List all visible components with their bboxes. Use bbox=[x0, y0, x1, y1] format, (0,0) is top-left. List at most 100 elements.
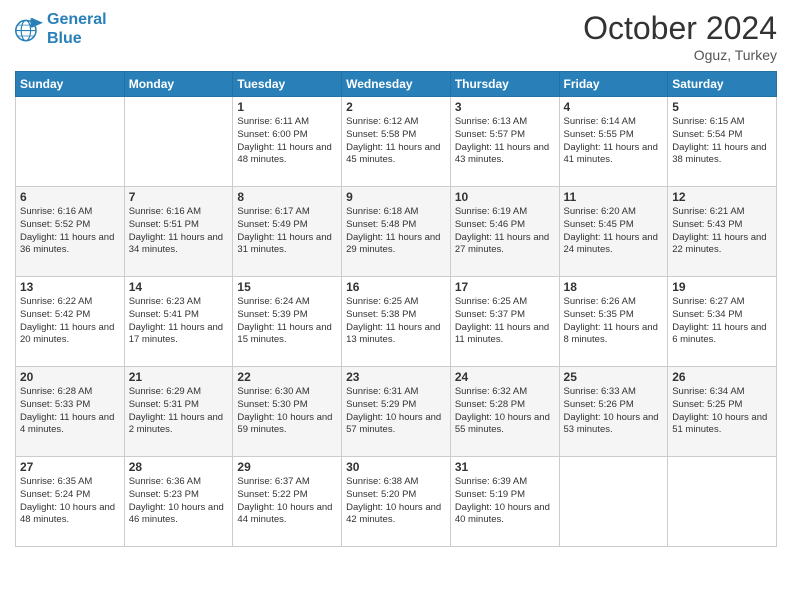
calendar-cell: 29 Sunrise: 6:37 AM Sunset: 5:22 PM Dayli… bbox=[233, 457, 342, 547]
day-number: 16 bbox=[346, 280, 446, 294]
location: Oguz, Turkey bbox=[583, 47, 777, 63]
calendar-cell: 25 Sunrise: 6:33 AM Sunset: 5:26 PM Dayli… bbox=[559, 367, 668, 457]
calendar-cell: 13 Sunrise: 6:22 AM Sunset: 5:42 PM Dayli… bbox=[16, 277, 125, 367]
day-info: Sunrise: 6:17 AM Sunset: 5:49 PM Dayligh… bbox=[237, 206, 337, 257]
day-number: 25 bbox=[564, 370, 664, 384]
col-saturday: Saturday bbox=[668, 72, 777, 97]
calendar-cell: 24 Sunrise: 6:32 AM Sunset: 5:28 PM Dayli… bbox=[450, 367, 559, 457]
day-info: Sunrise: 6:11 AM Sunset: 6:00 PM Dayligh… bbox=[237, 116, 337, 167]
day-info: Sunrise: 6:25 AM Sunset: 5:37 PM Dayligh… bbox=[455, 296, 555, 347]
calendar-cell bbox=[124, 97, 233, 187]
calendar-cell: 8 Sunrise: 6:17 AM Sunset: 5:49 PM Daylig… bbox=[233, 187, 342, 277]
day-number: 18 bbox=[564, 280, 664, 294]
day-number: 29 bbox=[237, 460, 337, 474]
day-info: Sunrise: 6:26 AM Sunset: 5:35 PM Dayligh… bbox=[564, 296, 664, 347]
calendar-cell: 4Sunrise: 6:14 AM Sunset: 5:55 PM Daylig… bbox=[559, 97, 668, 187]
day-info: Sunrise: 6:36 AM Sunset: 5:23 PM Dayligh… bbox=[129, 476, 229, 527]
calendar-cell: 5 Sunrise: 6:15 AM Sunset: 5:54 PM Daylig… bbox=[668, 97, 777, 187]
calendar-cell: 16 Sunrise: 6:25 AM Sunset: 5:38 PM Dayli… bbox=[342, 277, 451, 367]
title-block: October 2024 Oguz, Turkey bbox=[583, 10, 777, 63]
calendar-cell: 17 Sunrise: 6:25 AM Sunset: 5:37 PM Dayli… bbox=[450, 277, 559, 367]
day-info: Sunrise: 6:25 AM Sunset: 5:38 PM Dayligh… bbox=[346, 296, 446, 347]
logo: General Blue bbox=[15, 10, 107, 48]
calendar-cell: 28 Sunrise: 6:36 AM Sunset: 5:23 PM Dayli… bbox=[124, 457, 233, 547]
day-number: 28 bbox=[129, 460, 229, 474]
day-info: Sunrise: 6:16 AM Sunset: 5:52 PM Dayligh… bbox=[20, 206, 120, 257]
day-number: 12 bbox=[672, 190, 772, 204]
calendar-cell: 15 Sunrise: 6:24 AM Sunset: 5:39 PM Dayli… bbox=[233, 277, 342, 367]
day-number: 3 bbox=[455, 100, 555, 114]
calendar-cell bbox=[559, 457, 668, 547]
day-info: Sunrise: 6:20 AM Sunset: 5:45 PM Dayligh… bbox=[564, 206, 664, 257]
calendar-body: 1 Sunrise: 6:11 AM Sunset: 6:00 PM Daylig… bbox=[16, 97, 777, 547]
page: General Blue October 2024 Oguz, Turkey S… bbox=[0, 0, 792, 612]
day-number: 15 bbox=[237, 280, 337, 294]
day-number: 20 bbox=[20, 370, 120, 384]
day-info: Sunrise: 6:15 AM Sunset: 5:54 PM Dayligh… bbox=[672, 116, 772, 167]
day-info: Sunrise: 6:27 AM Sunset: 5:34 PM Dayligh… bbox=[672, 296, 772, 347]
calendar-week-2: 6 Sunrise: 6:16 AM Sunset: 5:52 PM Daylig… bbox=[16, 187, 777, 277]
calendar-week-1: 1 Sunrise: 6:11 AM Sunset: 6:00 PM Daylig… bbox=[16, 97, 777, 187]
calendar-week-4: 20 Sunrise: 6:28 AM Sunset: 5:33 PM Dayli… bbox=[16, 367, 777, 457]
day-number: 26 bbox=[672, 370, 772, 384]
calendar-week-3: 13 Sunrise: 6:22 AM Sunset: 5:42 PM Dayli… bbox=[16, 277, 777, 367]
day-info: Sunrise: 6:16 AM Sunset: 5:51 PM Dayligh… bbox=[129, 206, 229, 257]
day-info: Sunrise: 6:39 AM Sunset: 5:19 PM Dayligh… bbox=[455, 476, 555, 527]
calendar-cell: 18 Sunrise: 6:26 AM Sunset: 5:35 PM Dayli… bbox=[559, 277, 668, 367]
col-thursday: Thursday bbox=[450, 72, 559, 97]
header: General Blue October 2024 Oguz, Turkey bbox=[15, 10, 777, 63]
day-number: 14 bbox=[129, 280, 229, 294]
calendar-week-5: 27Sunrise: 6:35 AM Sunset: 5:24 PM Dayli… bbox=[16, 457, 777, 547]
day-number: 8 bbox=[237, 190, 337, 204]
calendar-cell: 3 Sunrise: 6:13 AM Sunset: 5:57 PM Daylig… bbox=[450, 97, 559, 187]
calendar-cell: 9 Sunrise: 6:18 AM Sunset: 5:48 PM Daylig… bbox=[342, 187, 451, 277]
logo-icon bbox=[15, 15, 43, 43]
day-number: 13 bbox=[20, 280, 120, 294]
col-friday: Friday bbox=[559, 72, 668, 97]
day-info: Sunrise: 6:32 AM Sunset: 5:28 PM Dayligh… bbox=[455, 386, 555, 437]
day-number: 11 bbox=[564, 190, 664, 204]
day-info: Sunrise: 6:37 AM Sunset: 5:22 PM Dayligh… bbox=[237, 476, 337, 527]
calendar-cell: 21Sunrise: 6:29 AM Sunset: 5:31 PM Dayli… bbox=[124, 367, 233, 457]
day-info: Sunrise: 6:28 AM Sunset: 5:33 PM Dayligh… bbox=[20, 386, 120, 437]
day-info: Sunrise: 6:24 AM Sunset: 5:39 PM Dayligh… bbox=[237, 296, 337, 347]
day-number: 24 bbox=[455, 370, 555, 384]
calendar-cell: 6 Sunrise: 6:16 AM Sunset: 5:52 PM Daylig… bbox=[16, 187, 125, 277]
day-info: Sunrise: 6:22 AM Sunset: 5:42 PM Dayligh… bbox=[20, 296, 120, 347]
day-info: Sunrise: 6:38 AM Sunset: 5:20 PM Dayligh… bbox=[346, 476, 446, 527]
calendar-cell: 27Sunrise: 6:35 AM Sunset: 5:24 PM Dayli… bbox=[16, 457, 125, 547]
calendar-cell: 20 Sunrise: 6:28 AM Sunset: 5:33 PM Dayli… bbox=[16, 367, 125, 457]
calendar-cell: 7Sunrise: 6:16 AM Sunset: 5:51 PM Daylig… bbox=[124, 187, 233, 277]
calendar-cell: 12Sunrise: 6:21 AM Sunset: 5:43 PM Dayli… bbox=[668, 187, 777, 277]
day-number: 21 bbox=[129, 370, 229, 384]
day-info: Sunrise: 6:30 AM Sunset: 5:30 PM Dayligh… bbox=[237, 386, 337, 437]
day-info: Sunrise: 6:23 AM Sunset: 5:41 PM Dayligh… bbox=[129, 296, 229, 347]
calendar-cell: 30 Sunrise: 6:38 AM Sunset: 5:20 PM Dayli… bbox=[342, 457, 451, 547]
calendar-cell: 19 Sunrise: 6:27 AM Sunset: 5:34 PM Dayli… bbox=[668, 277, 777, 367]
calendar-cell: 23Sunrise: 6:31 AM Sunset: 5:29 PM Dayli… bbox=[342, 367, 451, 457]
day-info: Sunrise: 6:12 AM Sunset: 5:58 PM Dayligh… bbox=[346, 116, 446, 167]
day-number: 17 bbox=[455, 280, 555, 294]
calendar-cell bbox=[668, 457, 777, 547]
day-number: 6 bbox=[20, 190, 120, 204]
calendar-cell: 31 Sunrise: 6:39 AM Sunset: 5:19 PM Dayli… bbox=[450, 457, 559, 547]
day-info: Sunrise: 6:18 AM Sunset: 5:48 PM Dayligh… bbox=[346, 206, 446, 257]
day-info: Sunrise: 6:33 AM Sunset: 5:26 PM Dayligh… bbox=[564, 386, 664, 437]
day-number: 31 bbox=[455, 460, 555, 474]
calendar-cell: 14 Sunrise: 6:23 AM Sunset: 5:41 PM Dayli… bbox=[124, 277, 233, 367]
day-number: 1 bbox=[237, 100, 337, 114]
day-number: 2 bbox=[346, 100, 446, 114]
calendar-cell: 1 Sunrise: 6:11 AM Sunset: 6:00 PM Daylig… bbox=[233, 97, 342, 187]
day-info: Sunrise: 6:14 AM Sunset: 5:55 PM Dayligh… bbox=[564, 116, 664, 167]
col-tuesday: Tuesday bbox=[233, 72, 342, 97]
day-number: 30 bbox=[346, 460, 446, 474]
month-title: October 2024 bbox=[583, 10, 777, 47]
calendar-cell: 2 Sunrise: 6:12 AM Sunset: 5:58 PM Daylig… bbox=[342, 97, 451, 187]
day-info: Sunrise: 6:13 AM Sunset: 5:57 PM Dayligh… bbox=[455, 116, 555, 167]
day-number: 5 bbox=[672, 100, 772, 114]
day-number: 9 bbox=[346, 190, 446, 204]
calendar-cell: 26Sunrise: 6:34 AM Sunset: 5:25 PM Dayli… bbox=[668, 367, 777, 457]
day-number: 10 bbox=[455, 190, 555, 204]
day-number: 19 bbox=[672, 280, 772, 294]
logo-text: General Blue bbox=[47, 10, 107, 48]
